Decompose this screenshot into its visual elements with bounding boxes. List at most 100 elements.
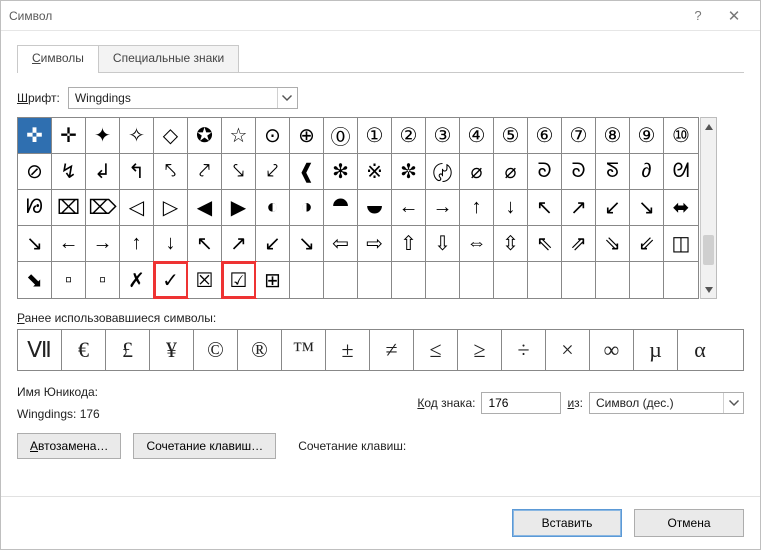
symbol-cell[interactable]: ✛ [52, 118, 86, 154]
symbol-cell[interactable]: → [86, 226, 120, 262]
tab-special[interactable]: Специальные знаки [99, 45, 239, 73]
symbol-cell[interactable]: ① [358, 118, 392, 154]
symbol-cell[interactable]: ⇖ [528, 226, 562, 262]
symbol-cell[interactable]: ▫ [86, 262, 120, 298]
symbol-cell[interactable] [392, 262, 426, 298]
symbol-cell[interactable]: ⑨ [630, 118, 664, 154]
symbol-cell[interactable]: ↓ [154, 226, 188, 262]
symbol-cell[interactable]: ❰ [290, 154, 324, 190]
scroll-track[interactable] [701, 135, 716, 281]
symbol-cell[interactable]: ↰ [120, 154, 154, 190]
symbol-cell[interactable]: ↘ [630, 190, 664, 226]
symbol-cell[interactable]: ⓪ [324, 118, 358, 154]
from-select[interactable]: Символ (дес.) [589, 392, 744, 414]
symbol-cell[interactable]: ▷ [154, 190, 188, 226]
symbol-cell[interactable]: ⇨ [358, 226, 392, 262]
scroll-down-icon[interactable] [701, 281, 716, 298]
symbol-cell[interactable]: ᘙ [18, 190, 52, 226]
symbol-cell[interactable]: ↖ [528, 190, 562, 226]
symbol-cell[interactable]: ᘛ [664, 154, 698, 190]
symbol-cell[interactable]: ↙ [256, 226, 290, 262]
symbol-cell[interactable]: ↘ [18, 226, 52, 262]
symbol-cell[interactable]: ✼ [392, 154, 426, 190]
recent-symbol[interactable]: ≥ [458, 330, 502, 370]
symbol-cell[interactable]: ⑥ [528, 118, 562, 154]
scroll-up-icon[interactable] [701, 118, 716, 135]
symbol-cell[interactable]: ↑ [460, 190, 494, 226]
symbol-cell[interactable]: ◫ [664, 226, 698, 262]
symbol-cell[interactable] [630, 262, 664, 298]
symbol-cell[interactable]: ↗ [222, 226, 256, 262]
symbol-cell[interactable]: ⤣ [154, 154, 188, 190]
symbol-cell[interactable]: ⇩ [426, 226, 460, 262]
symbol-cell[interactable]: ⤥ [222, 154, 256, 190]
close-button[interactable]: ✕ [716, 7, 752, 25]
symbol-cell[interactable]: ⇘ [596, 226, 630, 262]
recent-symbol[interactable]: ≤ [414, 330, 458, 370]
symbol-cell[interactable]: ◁ [120, 190, 154, 226]
symbol-cell[interactable]: ← [52, 226, 86, 262]
symbol-cell[interactable]: ᘕ [596, 154, 630, 190]
symbol-cell[interactable]: → [426, 190, 460, 226]
autocorrect-button[interactable]: Автозамена… [17, 433, 121, 459]
symbol-cell[interactable]: ③ [426, 118, 460, 154]
symbol-cell[interactable]: ↲ [86, 154, 120, 190]
insert-button[interactable]: Вставить [512, 509, 622, 537]
symbol-cell[interactable]: ⇔ [460, 226, 494, 262]
recent-symbol[interactable]: ÷ [502, 330, 546, 370]
tab-symbols[interactable]: Символы [17, 45, 99, 73]
symbol-cell[interactable]: ⇗ [562, 226, 596, 262]
font-select[interactable]: Wingdings [68, 87, 298, 109]
recent-symbol[interactable]: ± [326, 330, 370, 370]
symbol-cell[interactable]: ▶ [222, 190, 256, 226]
symbol-cell[interactable]: ✧ [120, 118, 154, 154]
symbol-cell[interactable]: ⑩ [664, 118, 698, 154]
symbol-cell[interactable]: ✓ [154, 262, 188, 298]
symbol-cell[interactable]: ⊙ [256, 118, 290, 154]
symbol-cell[interactable]: ↯ [52, 154, 86, 190]
symbol-cell[interactable]: ◇ [154, 118, 188, 154]
symbol-cell[interactable]: ⇙ [630, 226, 664, 262]
symbol-cell[interactable]: ↑ [120, 226, 154, 262]
symbol-cell[interactable]: ◀ [188, 190, 222, 226]
symbol-cell[interactable]: ⊘ [18, 154, 52, 190]
symbol-cell[interactable]: ⊕ [290, 118, 324, 154]
symbol-cell[interactable] [290, 262, 324, 298]
recent-symbol[interactable]: £ [106, 330, 150, 370]
symbol-cell[interactable]: ⇦ [324, 226, 358, 262]
symbol-cell[interactable]: ⬌ [664, 190, 698, 226]
symbol-cell[interactable]: ↗ [562, 190, 596, 226]
symbol-cell[interactable] [324, 262, 358, 298]
symbol-cell[interactable]: ☒ [188, 262, 222, 298]
recent-symbol[interactable]: µ [634, 330, 678, 370]
symbol-cell[interactable]: ← [392, 190, 426, 226]
symbol-cell[interactable] [358, 262, 392, 298]
symbol-cell[interactable] [596, 262, 630, 298]
symbol-cell[interactable]: ◐ [256, 190, 290, 226]
symbol-cell[interactable]: ✗ [120, 262, 154, 298]
help-button[interactable]: ? [680, 8, 716, 23]
recent-symbol[interactable]: ≠ [370, 330, 414, 370]
char-code-input[interactable] [481, 392, 561, 414]
symbol-cell[interactable]: ④ [460, 118, 494, 154]
symbol-cell[interactable]: ☆ [222, 118, 256, 154]
symbol-cell[interactable]: ✻ [324, 154, 358, 190]
shortcut-button[interactable]: Сочетание клавиш… [133, 433, 276, 459]
symbol-cell[interactable]: ↘ [290, 226, 324, 262]
symbol-cell[interactable]: ⯊ [324, 190, 358, 226]
symbol-cell[interactable]: ⤤ [188, 154, 222, 190]
recent-symbol[interactable]: ∞ [590, 330, 634, 370]
symbol-cell[interactable]: ✜ [18, 118, 52, 154]
scrollbar[interactable] [700, 117, 717, 299]
symbol-cell[interactable] [664, 262, 698, 298]
symbol-cell[interactable]: ∂ [630, 154, 664, 190]
symbol-cell[interactable]: ⇧ [392, 226, 426, 262]
symbol-cell[interactable]: ② [392, 118, 426, 154]
symbol-cell[interactable]: ✦ [86, 118, 120, 154]
symbol-cell[interactable]: ◑ [290, 190, 324, 226]
symbol-cell[interactable] [528, 262, 562, 298]
recent-symbol[interactable]: ™ [282, 330, 326, 370]
symbol-cell[interactable]: ▫ [52, 262, 86, 298]
symbol-cell[interactable]: 〄 [426, 154, 460, 190]
recent-symbol[interactable]: Ⅶ [18, 330, 62, 370]
